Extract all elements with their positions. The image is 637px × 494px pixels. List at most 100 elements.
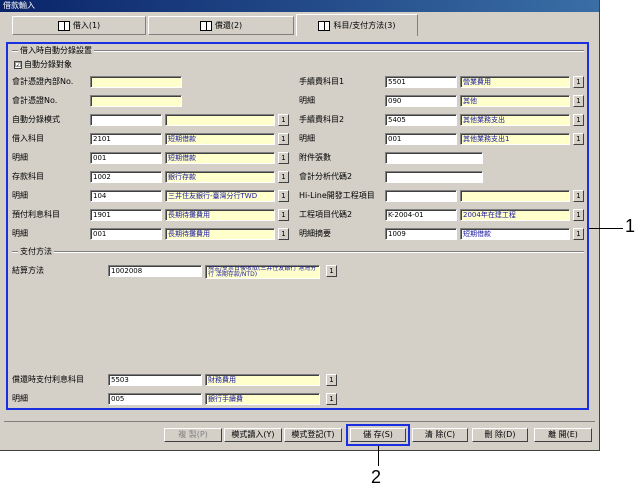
tab-repay[interactable]: 償還(2) [148,16,294,35]
payment-method-section-title: 支付方法 [18,246,54,257]
fee-account2-name: 其他業務支出 [460,114,570,126]
tab-borrow[interactable]: 借入(1) [12,16,146,35]
voucher-internal-no-field[interactable] [90,76,182,88]
prepaid-interest-detail-name: 長期待攤費用 [165,228,275,240]
fee-detail1-name: 其他 [460,95,570,107]
fee-account2-code[interactable]: 5405 [385,114,457,126]
detail-summary-lookup-button[interactable]: 1 [573,228,584,240]
copy-button[interactable]: 複 製(P) [164,428,222,442]
settlement-method-lookup-button[interactable]: 1 [326,265,337,277]
fee-detail1-code[interactable]: 090 [385,95,457,107]
repay-detail-lookup-button[interactable]: 1 [326,393,337,405]
voucher-internal-no-label: 會計憑證內部No. [12,77,74,86]
callout-2-number: 2 [371,467,382,487]
hiline-project-code[interactable] [385,190,457,202]
repay-detail-name: 銀行手續費 [205,393,320,405]
borrow-detail-code[interactable]: 001 [90,152,162,164]
auto-journal-label: 自動分錄對象 [24,60,72,69]
account-payment-panel: 借入時自動分錄設置 ☑ 自動分錄對象 會計憑證內部No. 會計憑證No. 自動分… [6,42,589,410]
prepaid-interest-account-name: 長期待攤費用 [165,209,275,221]
borrow-account-name: 短期借款 [165,133,275,145]
fee-detail2-lookup-button[interactable]: 1 [573,133,584,145]
fee-detail2-code[interactable]: 001 [385,133,457,145]
repay-interest-account-code[interactable]: 5503 [108,374,202,386]
borrow-detail-lookup-button[interactable]: 1 [278,152,289,164]
fee-detail2-name: 其他業務支出1 [460,133,570,145]
fee-detail1-lookup-button[interactable]: 1 [573,95,584,107]
deposit-account-name: 銀行存款 [165,171,275,183]
detail-summary-code[interactable]: 1009 [385,228,457,240]
fee-account1-name: 營業費用 [460,76,570,88]
auto-journal-mode-name [165,114,275,126]
deposit-detail-code[interactable]: 104 [90,190,162,202]
callout-1-number: 1 [625,216,636,236]
fee-account2-lookup-button[interactable]: 1 [573,114,584,126]
fee-account1-label: 手續費科目1 [299,77,345,86]
borrow-detail-label: 明細 [12,153,28,162]
prepaid-interest-detail-lookup-button[interactable]: 1 [278,228,289,240]
fee-detail2-label: 明細 [299,134,315,143]
hiline-project-name [460,190,570,202]
prepaid-interest-detail-label: 明細 [12,229,28,238]
repay-detail-code[interactable]: 005 [108,393,202,405]
borrow-detail-name: 短期借款 [165,152,275,164]
bottom-divider [4,421,595,422]
auto-journal-mode-code[interactable] [90,114,162,126]
auto-journal-mode-label: 自動分錄模式 [12,115,60,124]
settlement-method-label: 結算方法 [12,266,44,275]
auto-journal-section-title: 借入時自動分錄設置 [18,45,94,56]
payment-method-section: 支付方法 [12,246,584,257]
fee-account1-code[interactable]: 5501 [385,76,457,88]
analysis-code2-field[interactable] [385,171,483,183]
borrow-account-code[interactable]: 2101 [90,133,162,145]
tab-borrow-label: 借入(1) [72,21,101,30]
fee-account2-label: 手續費科目2 [299,115,345,124]
borrow-account-lookup-button[interactable]: 1 [278,133,289,145]
deposit-detail-name: 三井住友銀行-臺灣分行TWD [165,190,275,202]
deposit-detail-lookup-button[interactable]: 1 [278,190,289,202]
attachment-count-label: 附件張數 [299,153,331,162]
template-load-button[interactable]: 模式讀入(Y) [224,428,282,442]
project-code2-label: 工程項目代碼2 [299,210,353,219]
prepaid-interest-account-code[interactable]: 1901 [90,209,162,221]
project-code2-code[interactable]: K-2004-01 [385,209,457,221]
prepaid-interest-account-label: 預付利息科目 [12,210,60,219]
repay-interest-account-name: 財務費用 [205,374,320,386]
tab-repay-label: 償還(2) [214,21,243,30]
repay-interest-account-lookup-button[interactable]: 1 [326,374,337,386]
save-button-callout-box [346,424,410,446]
deposit-account-lookup-button[interactable]: 1 [278,171,289,183]
book-icon [57,20,70,31]
settlement-method-name: 現金/支票日後收取(三井住友銀行 港灣分行 活期存款/NTD) [205,265,320,279]
template-register-button[interactable]: 模式登記(T) [284,428,342,442]
attachment-count-field[interactable] [385,152,483,164]
repay-interest-account-label: 償還時支付利息科目 [12,375,84,384]
detail-summary-name: 短期借款 [460,228,570,240]
fee-account1-lookup-button[interactable]: 1 [573,76,584,88]
prepaid-interest-detail-code[interactable]: 001 [90,228,162,240]
loan-entry-window: 借款輸入 借入(1) 償還(2) 科目/支付方法(3) 借入時自動分錄設置 ☑ … [0,0,600,451]
window-title: 借款輸入 [0,0,599,12]
analysis-code2-label: 會計分析代碼2 [299,172,353,181]
form-icon [318,20,331,31]
project-code2-lookup-button[interactable]: 1 [573,209,584,221]
auto-journal-checkbox[interactable]: ☑ [14,61,22,69]
fee-detail1-label: 明細 [299,96,315,105]
callout-1-leader [589,228,623,229]
deposit-detail-label: 明細 [12,191,28,200]
auto-journal-mode-lookup-button[interactable]: 1 [278,114,289,126]
clear-button[interactable]: 清 除(C) [412,428,468,442]
close-button[interactable]: 離 開(E) [534,428,592,442]
delete-button[interactable]: 刪 除(D) [472,428,528,442]
voucher-no-field[interactable] [90,95,182,107]
tab-account-payment[interactable]: 科目/支付方法(3) [296,14,418,36]
settlement-method-code[interactable]: 1002008 [108,265,202,277]
document-icon [199,20,212,31]
prepaid-interest-account-lookup-button[interactable]: 1 [278,209,289,221]
project-code2-name: 2004年在建工程 [460,209,570,221]
hiline-project-label: Hi-Line開發工程項目 [299,191,375,200]
hiline-project-lookup-button[interactable]: 1 [573,190,584,202]
deposit-account-label: 存款科目 [12,172,44,181]
deposit-account-code[interactable]: 1002 [90,171,162,183]
repay-detail-label: 明細 [12,394,28,403]
